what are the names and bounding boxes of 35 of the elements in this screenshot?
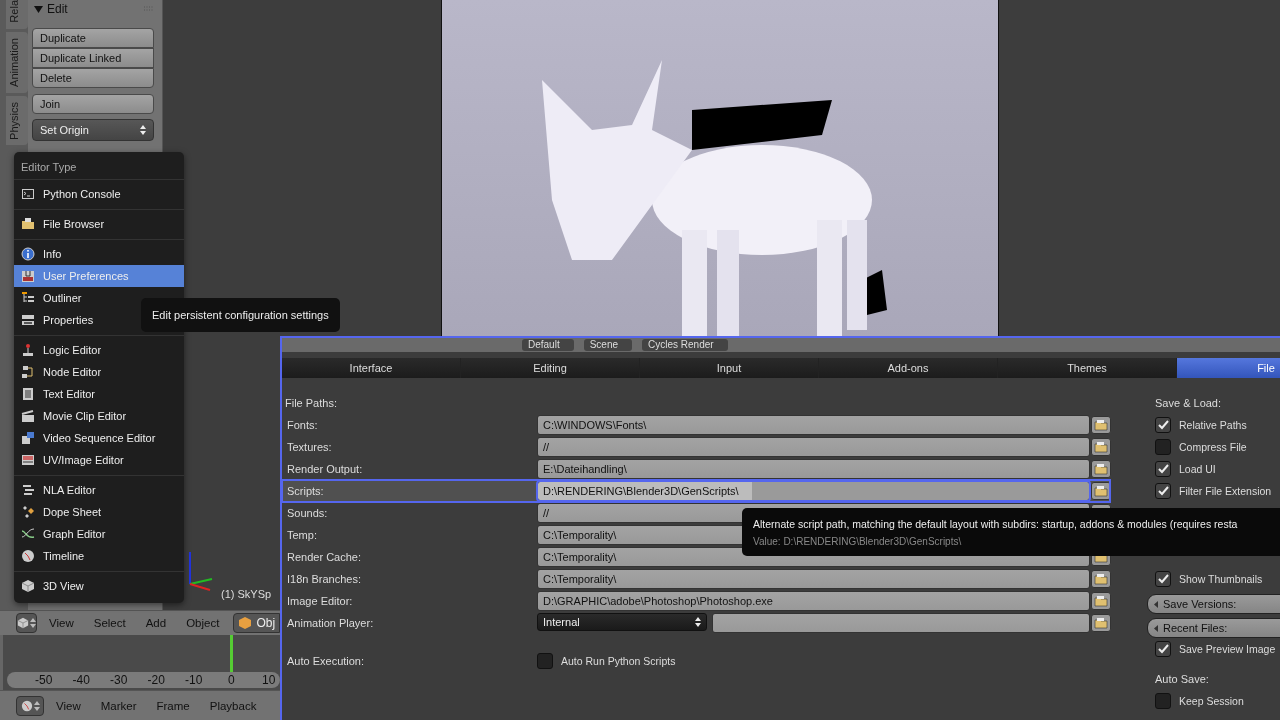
- checkbox-label: Auto Run Python Scripts: [561, 655, 676, 667]
- section-heading: Save & Load:: [1155, 396, 1223, 411]
- frame-number: -30: [109, 673, 129, 687]
- checkbox-label: Relative Paths: [1179, 419, 1247, 431]
- frame-number: -20: [146, 673, 166, 687]
- checkbox-label: Filter File Extension: [1179, 485, 1272, 497]
- frame-number: -10: [184, 673, 204, 687]
- frame-number: 10: [261, 673, 277, 687]
- frame-number: 0: [226, 673, 236, 687]
- section-heading: Auto Execution:: [287, 655, 366, 667]
- tooltip: Edit persistent configuration settings: [141, 298, 340, 332]
- menu-title: Editor Type: [20, 160, 78, 175]
- object-label: (1) SkYSp: [221, 588, 272, 600]
- tooltip-text: Alternate script path, matching the default layout with subdirs: startup, addons & modules (requires resta: [753, 517, 1239, 530]
- section-heading: File Paths:: [285, 396, 338, 411]
- path-label: Temp:: [287, 529, 318, 541]
- path-label: Fonts:: [287, 419, 319, 431]
- path-label: Image Editor:: [287, 595, 354, 607]
- path-label: Render Cache:: [287, 551, 362, 563]
- frame-number: -40: [71, 673, 91, 687]
- section-heading: Auto Save:: [1155, 672, 1210, 687]
- panel-title: Edit: [47, 2, 68, 16]
- path-label: Sounds:: [287, 507, 329, 519]
- path-label: I18n Branches:: [287, 573, 362, 585]
- checkbox-label: Keep Session: [1179, 695, 1244, 707]
- checkbox-label: Load UI: [1179, 463, 1216, 475]
- path-label: Render Output:: [287, 463, 364, 475]
- checkbox-label: Show Thumbnails: [1179, 573, 1263, 585]
- frame-number: -50: [34, 673, 54, 687]
- path-label: Animation Player:: [287, 617, 375, 629]
- tooltip-value: Value: D:\RENDERING\Blender3D\GenScripts\: [753, 535, 963, 547]
- checkbox-label: Save Preview Image: [1179, 643, 1276, 655]
- path-label: Textures:: [287, 441, 333, 453]
- path-label: Scripts:: [287, 485, 325, 497]
- checkbox-label: Compress File: [1179, 441, 1247, 453]
